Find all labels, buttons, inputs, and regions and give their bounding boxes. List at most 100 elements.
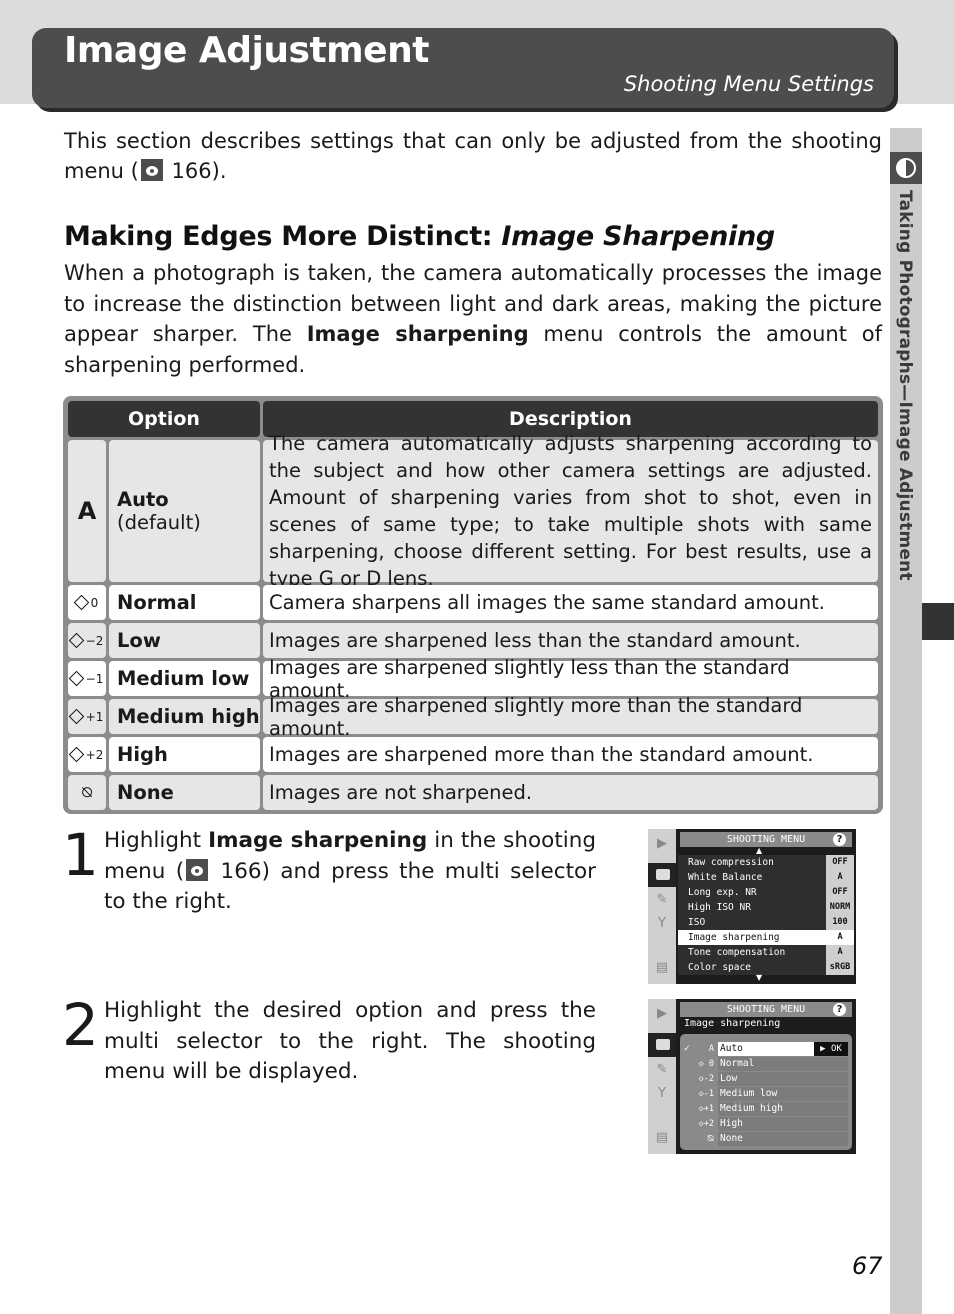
help-icon: ? xyxy=(833,833,846,846)
wrench-icon: Y xyxy=(658,1086,666,1101)
lcd-main: SHOOTING MENU? Image sharpening ✓ A Auto ▶ … xyxy=(676,999,856,1154)
lcd-item-value: OFF xyxy=(826,885,854,900)
lcd-menu-item[interactable]: Tone compensation A xyxy=(678,945,854,960)
lcd-sidebar: ▶ ✎ Y ▤ xyxy=(648,999,676,1154)
heading-plain: Making Edges More Distinct: xyxy=(64,221,502,252)
step-text: Highlight the desired option and press t… xyxy=(104,998,596,1084)
lcd-option-label: High xyxy=(718,1117,848,1131)
lcd-option-label: Normal xyxy=(718,1057,848,1071)
lcd-menu-list: Raw compression OFF White Balance A Long e… xyxy=(678,855,854,975)
recent-settings-icon: ▤ xyxy=(655,1130,669,1145)
lcd-menu-item[interactable]: Color space sRGB xyxy=(678,960,854,975)
help-icon: ? xyxy=(833,1003,846,1016)
page-subtitle: Shooting Menu Settings xyxy=(623,72,874,96)
playback-icon: ▶ xyxy=(657,1006,667,1021)
lcd-option[interactable]: ◇-1 Medium low xyxy=(684,1087,848,1101)
option-description: Images are sharpened less than the stand… xyxy=(263,623,878,658)
scroll-up-icon: ▲ xyxy=(756,846,763,855)
sharpening-minus1-icon: −1 xyxy=(68,661,106,696)
lcd-menu-item[interactable]: Raw compression OFF xyxy=(678,855,854,870)
lcd-option[interactable]: ◇ 0 Normal xyxy=(684,1057,848,1071)
option-label: Auto xyxy=(117,488,169,511)
lcd-option[interactable]: ◇+2 High xyxy=(684,1117,848,1131)
auto-icon: A xyxy=(708,1044,714,1054)
lcd-title: SHOOTING MENU? xyxy=(680,1002,852,1017)
option-name: Medium high xyxy=(109,699,260,734)
option-name: Normal xyxy=(109,585,260,620)
lcd-item-label: Image sharpening xyxy=(678,930,826,945)
option-name: Low xyxy=(109,623,260,658)
auto-icon: A xyxy=(68,440,106,582)
menu-reference-icon xyxy=(140,159,163,181)
step-text: Highlight Image sharpening in the shooti… xyxy=(104,826,596,918)
page-header: Image Adjustment Shooting Menu Settings xyxy=(32,28,894,108)
lcd-option-label: Medium low xyxy=(718,1087,848,1101)
sharpening-minus2-icon: ◇-2 xyxy=(698,1074,714,1084)
lcd-title-text: SHOOTING MENU xyxy=(726,834,806,845)
lcd-options-panel: ✓ A Auto ▶ OK ◇ 0 Normal ◇-2 Low ◇-1 Medium lo… xyxy=(680,1034,852,1150)
sharpening-plus1-icon: +1 xyxy=(68,699,106,734)
lcd-item-value: A xyxy=(826,945,854,960)
lcd-option-selected[interactable]: ✓ A Auto ▶ OK xyxy=(684,1042,848,1056)
heading-italic: Image Sharpening xyxy=(501,221,775,252)
intro-page-ref[interactable]: 166). xyxy=(165,159,227,183)
lcd-item-value: NORM xyxy=(826,900,854,915)
table-row: −1 Medium low Images are sharpened sligh… xyxy=(68,656,878,702)
header-option: Option xyxy=(68,401,260,437)
page-title: Image Adjustment xyxy=(64,30,429,71)
icon-suffix: −1 xyxy=(85,671,104,686)
option-name: Medium low xyxy=(109,661,260,696)
lcd-option[interactable]: ◇+1 Medium high xyxy=(684,1102,848,1116)
lcd-item-label: Long exp. NR xyxy=(678,885,826,900)
lcd-option[interactable]: ⦰ None xyxy=(684,1132,848,1146)
sharpening-minus2-icon: −2 xyxy=(68,623,106,658)
lcd-item-label: Color space xyxy=(678,960,826,975)
table-row: 0 Normal Camera sharpens all images the … xyxy=(68,585,878,620)
playback-icon: ▶ xyxy=(657,836,667,851)
auto-glyph: A xyxy=(77,497,97,525)
no-sharpening-glyph: ⦰ xyxy=(81,784,93,801)
check-icon: ✓ xyxy=(684,1043,690,1054)
lcd-option-label: Medium high xyxy=(718,1102,848,1116)
recent-settings-icon: ▤ xyxy=(655,960,669,975)
icon-suffix: 0 xyxy=(90,595,99,610)
scroll-down-icon: ▼ xyxy=(756,973,763,982)
sharpening-minus1-icon: ◇-1 xyxy=(698,1089,714,1099)
lcd-menu-item[interactable]: Long exp. NR OFF xyxy=(678,885,854,900)
sharpening-0-icon: ◇ 0 xyxy=(698,1059,714,1069)
lcd-option-label: Low xyxy=(718,1072,848,1086)
lcd-menu-item[interactable]: ISO 100 xyxy=(678,915,854,930)
section-heading: Making Edges More Distinct: Image Sharpe… xyxy=(64,220,775,254)
no-sharpening-icon: ⦰ xyxy=(707,1134,714,1144)
chapter-icon-box xyxy=(890,152,922,184)
step-number: 1 xyxy=(62,821,99,889)
lcd-item-label: Raw compression xyxy=(678,855,826,870)
option-description: Images are sharpened slightly more than … xyxy=(263,694,878,740)
section-paragraph: When a photograph is taken, the camera a… xyxy=(64,258,882,380)
option-description: Images are sharpened more than the stand… xyxy=(263,737,878,772)
half-circle-icon xyxy=(896,158,916,178)
chapter-marker xyxy=(922,603,954,640)
camera-screen-shooting-menu: ▶ ✎ Y ▤ SHOOTING MENU? ▲ Raw compression… xyxy=(648,829,856,984)
lcd-title-text: SHOOTING MENU xyxy=(726,1004,806,1015)
lcd-menu-item[interactable]: White Balance A xyxy=(678,870,854,885)
step-number: 2 xyxy=(62,991,99,1059)
lcd-item-value: sRGB xyxy=(826,960,854,975)
option-description: Images are sharpened slightly less than … xyxy=(263,656,878,702)
lcd-menu-item[interactable]: High ISO NR NORM xyxy=(678,900,854,915)
table-row: −2 Low Images are sharpened less than th… xyxy=(68,623,878,658)
menu-reference-icon xyxy=(186,858,209,881)
lcd-item-label: White Balance xyxy=(678,870,826,885)
lcd-menu-item-selected[interactable]: Image sharpening A xyxy=(678,930,854,945)
lcd-main: SHOOTING MENU? ▲ Raw compression OFF Whit… xyxy=(676,829,856,984)
lcd-item-label: ISO xyxy=(678,915,826,930)
lcd-item-value: A xyxy=(826,930,854,945)
option-description: Camera sharpens all images the same stan… xyxy=(263,585,878,620)
option-name: None xyxy=(109,775,260,810)
sharpening-plus2-icon: +2 xyxy=(68,737,106,772)
lcd-option-label: Auto xyxy=(718,1042,814,1056)
lcd-title: SHOOTING MENU? xyxy=(680,832,852,847)
option-name: High xyxy=(109,737,260,772)
table-row: A Auto (default) The camera automatically… xyxy=(68,432,878,590)
lcd-option[interactable]: ◇-2 Low xyxy=(684,1072,848,1086)
